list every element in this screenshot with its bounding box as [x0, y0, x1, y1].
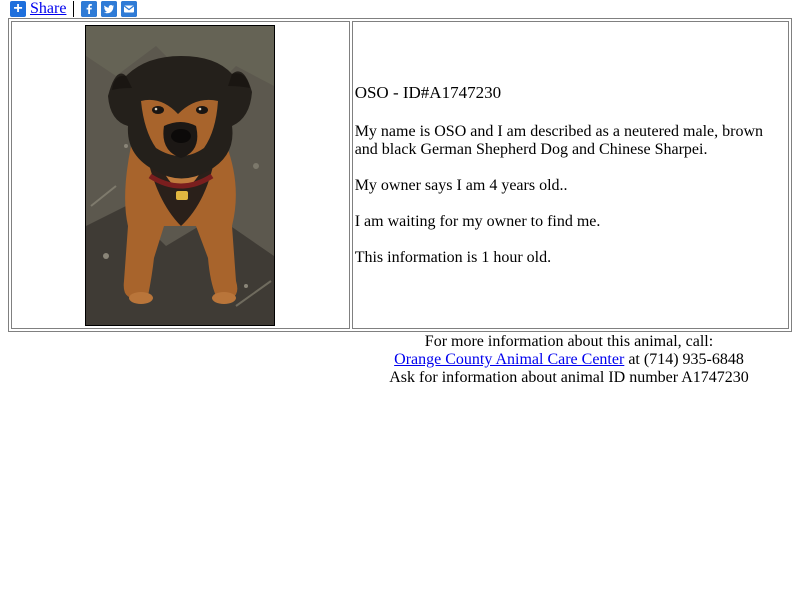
- facebook-icon[interactable]: [81, 1, 98, 17]
- animal-description: My name is OSO and I am described as a n…: [354, 123, 764, 158]
- animal-age: My owner says I am 4 years old..: [354, 177, 568, 194]
- contact-line: For more information about this animal, …: [424, 333, 714, 350]
- share-divider: [73, 1, 75, 17]
- info-freshness: This information is 1 hour old.: [354, 249, 552, 266]
- animal-status: I am waiting for my owner to find me.: [354, 213, 601, 230]
- animal-info: OSO - ID#A1747230 My name is OSO and I a…: [354, 83, 787, 267]
- animal-title: OSO - ID#A1747230: [354, 83, 502, 102]
- agency-line: Orange County Animal Care Center at (714…: [350, 351, 788, 369]
- photo-cell: [11, 21, 350, 329]
- agency-link[interactable]: Orange County Animal Care Center: [394, 351, 624, 368]
- twitter-icon[interactable]: [101, 1, 118, 17]
- animal-table: OSO - ID#A1747230 My name is OSO and I a…: [8, 18, 792, 332]
- dog-photo-illustration: [86, 25, 275, 325]
- contact-footer: For more information about this animal, …: [350, 333, 788, 387]
- email-icon[interactable]: [121, 1, 138, 17]
- info-cell: OSO - ID#A1747230 My name is OSO and I a…: [351, 21, 789, 329]
- dog-photo: [85, 24, 276, 326]
- agency-phone: at (714) 935-6848: [624, 351, 744, 368]
- share-link[interactable]: Share: [30, 0, 66, 18]
- animal-row: OSO - ID#A1747230 My name is OSO and I a…: [11, 21, 789, 329]
- share-bar: + Share: [10, 0, 141, 18]
- animal-id-line: Ask for information about animal ID numb…: [389, 369, 749, 386]
- plus-icon[interactable]: +: [10, 1, 26, 17]
